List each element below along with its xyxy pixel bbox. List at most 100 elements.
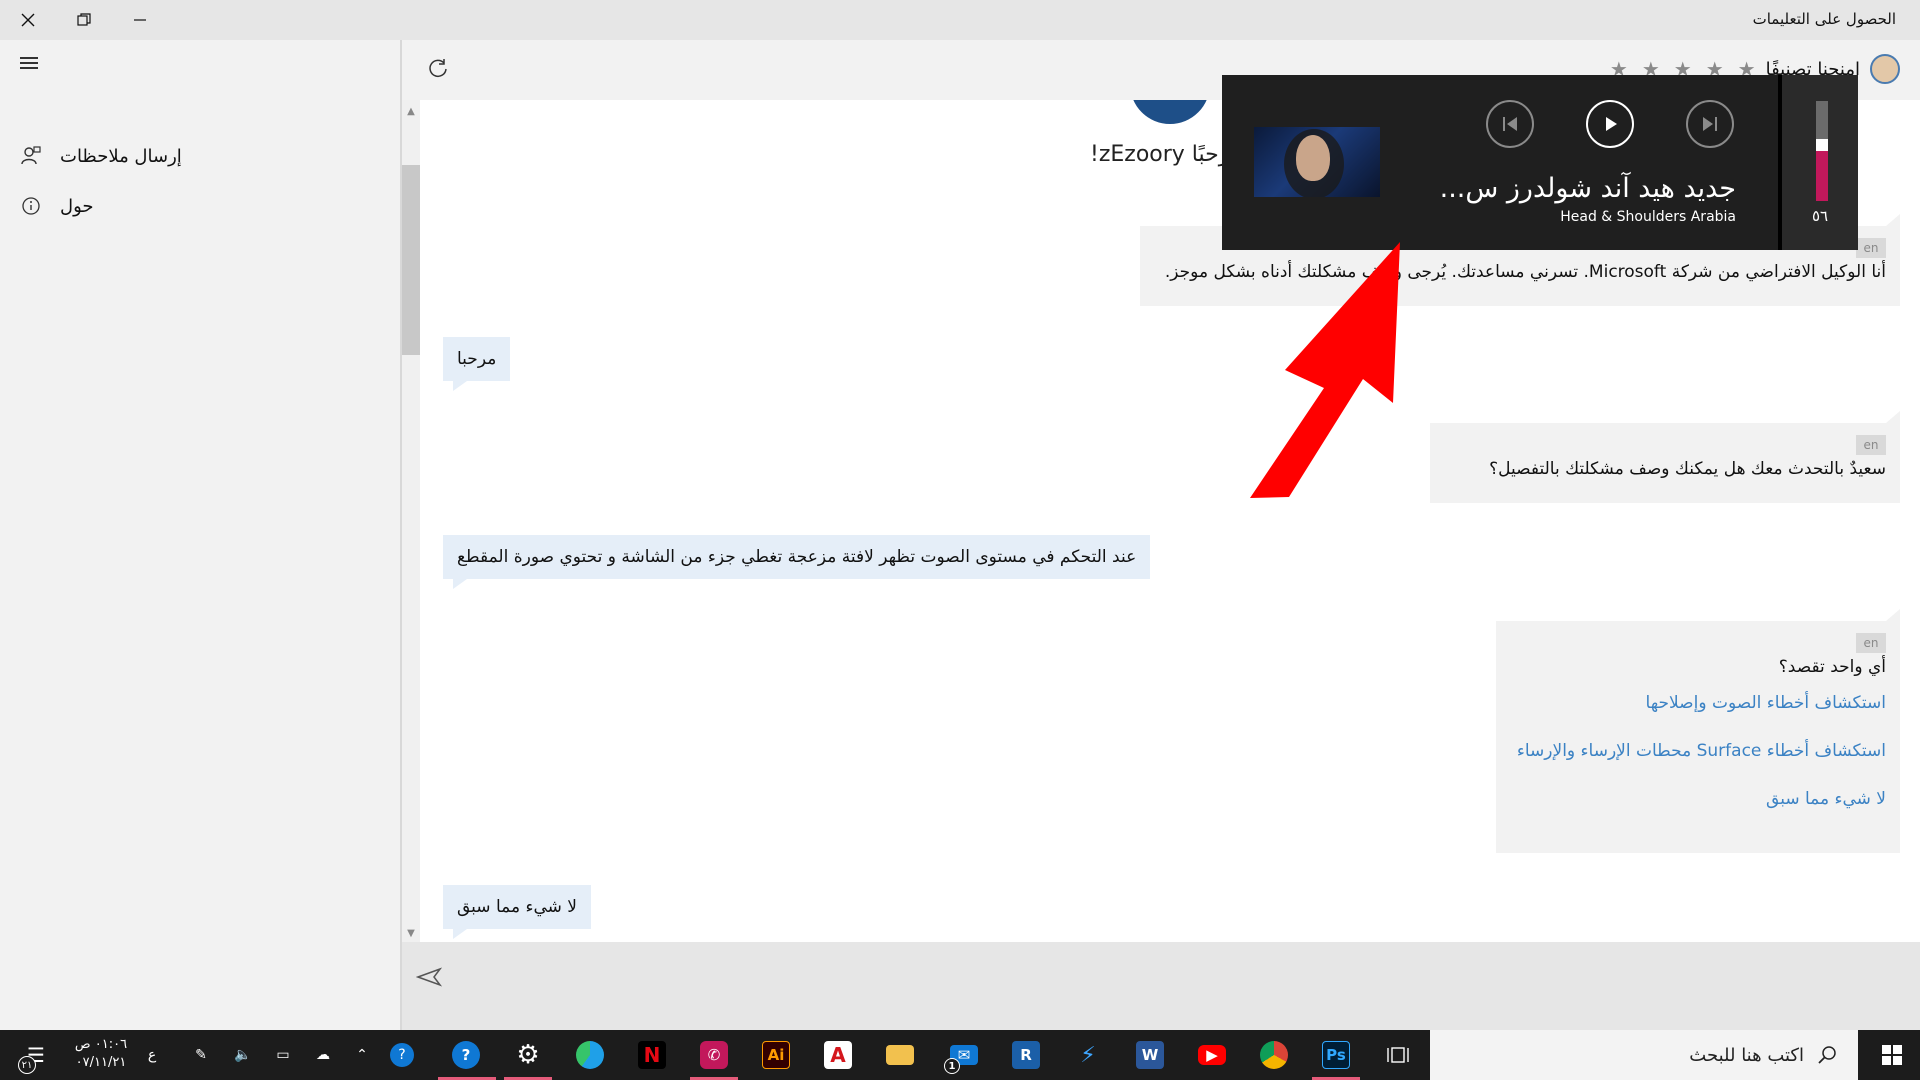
mail-badge: 1 bbox=[944, 1058, 960, 1074]
previous-track-button[interactable] bbox=[1486, 100, 1534, 148]
sidebar-item-about[interactable]: حول bbox=[0, 184, 400, 228]
taskbar-acrobat[interactable]: A bbox=[818, 1036, 858, 1074]
onedrive[interactable]: ☁ bbox=[306, 1030, 340, 1080]
refresh-icon bbox=[429, 59, 447, 78]
vs-code-icon: ⚡ bbox=[1080, 1042, 1096, 1068]
taskbar-vscode[interactable]: ⚡ bbox=[1068, 1036, 1108, 1074]
clock-date: ٠٧/١١/٢١ bbox=[75, 1055, 127, 1070]
refresh-button[interactable] bbox=[422, 52, 454, 84]
taskbar-illustrator[interactable]: Ai bbox=[756, 1036, 796, 1074]
chrome-icon bbox=[1260, 1041, 1288, 1069]
option-link[interactable]: لا شيء مما سبق bbox=[1510, 789, 1886, 809]
netflix-icon: N bbox=[638, 1041, 666, 1069]
annotation-arrow bbox=[1250, 242, 1400, 498]
media-thumbnail bbox=[1254, 127, 1380, 197]
option-link[interactable]: استكشاف أخطاء الصوت وإصلاحها bbox=[1510, 693, 1886, 713]
minimize-icon bbox=[134, 19, 146, 21]
volume-thumb[interactable] bbox=[1816, 139, 1828, 151]
youtube-icon: ▶ bbox=[1198, 1045, 1226, 1065]
pen-icon: ✎ bbox=[195, 1047, 207, 1063]
previous-icon bbox=[1503, 117, 1517, 131]
scroll-down-icon[interactable]: ▼ bbox=[402, 924, 420, 942]
avatar bbox=[1870, 54, 1900, 84]
info-icon bbox=[20, 195, 42, 217]
user-message: مرحبا bbox=[443, 337, 511, 391]
restore-button[interactable] bbox=[56, 0, 112, 40]
user-message: عند التحكم في مستوى الصوت تظهر لافتة مزع… bbox=[443, 535, 1151, 589]
edge-icon bbox=[576, 1041, 604, 1069]
sidebar-item-label: إرسال ملاحظات bbox=[60, 145, 182, 167]
message-input-bar[interactable] bbox=[402, 942, 1920, 1030]
taskbar-file-explorer[interactable] bbox=[880, 1036, 920, 1074]
get-help-icon: ? bbox=[452, 1041, 480, 1069]
volume-control[interactable]: 🔈 bbox=[226, 1030, 260, 1080]
restore-icon bbox=[77, 13, 91, 26]
scroll-up-icon[interactable]: ▲ bbox=[402, 102, 420, 120]
input-language[interactable]: ع bbox=[138, 1030, 166, 1080]
greeting-text: مرحبًا zEzoory! bbox=[1090, 142, 1243, 167]
speaker-icon: 🔈 bbox=[234, 1047, 252, 1063]
media-title: جديد هيد آند شولدرز س... bbox=[1439, 173, 1736, 204]
taskbar-netflix[interactable]: N bbox=[632, 1036, 672, 1074]
volume-panel: ٥٦ bbox=[1778, 75, 1858, 250]
task-view-button[interactable] bbox=[1378, 1036, 1418, 1074]
clock-time: ٠١:٠٦ ص bbox=[74, 1037, 128, 1052]
volume-slider[interactable] bbox=[1816, 101, 1828, 201]
language-tag: en bbox=[1856, 435, 1886, 455]
battery-status[interactable]: ▭ bbox=[266, 1030, 300, 1080]
taskbar-edge[interactable] bbox=[570, 1036, 610, 1074]
taskbar-chrome[interactable] bbox=[1254, 1036, 1294, 1074]
option-link[interactable]: استكشاف أخطاء Surface محطات الإرساء والإ… bbox=[1510, 741, 1886, 761]
hamburger-menu-icon[interactable] bbox=[16, 54, 46, 84]
settings-gear-icon: ⚙ bbox=[516, 1040, 540, 1070]
acrobat-icon: A bbox=[824, 1041, 852, 1069]
bot-message: en سعيدٌ بالتحدث معك هل يمكنك وصف مشكلتك… bbox=[1430, 411, 1900, 503]
help-question-icon: ? bbox=[390, 1043, 414, 1067]
scrollbar-thumb[interactable] bbox=[402, 165, 420, 355]
photoshop-icon: Ps bbox=[1322, 1041, 1350, 1069]
send-button[interactable] bbox=[414, 962, 444, 992]
pen-workspace[interactable]: ✎ bbox=[184, 1030, 218, 1080]
next-track-button[interactable] bbox=[1686, 100, 1734, 148]
taskbar-youtube[interactable]: ▶ bbox=[1192, 1036, 1232, 1074]
minimize-button[interactable] bbox=[112, 0, 168, 40]
clock[interactable]: ٠١:٠٦ ص ٠٧/١١/٢١ bbox=[66, 1036, 136, 1072]
volume-fill bbox=[1816, 145, 1828, 201]
sidebar-item-feedback[interactable]: إرسال ملاحظات bbox=[0, 134, 400, 178]
windows-logo-icon bbox=[1882, 1045, 1902, 1065]
tray-help[interactable]: ? bbox=[384, 1030, 420, 1080]
bot-message: en أي واحد تقصد؟ استكشاف أخطاء الصوت وإص… bbox=[1496, 609, 1900, 853]
taskbar-word[interactable]: W bbox=[1130, 1036, 1170, 1074]
language-tag: en bbox=[1856, 633, 1886, 653]
taskbar: اكتب هنا للبحث Ps ▶ W ⚡ R ✉ 1 A Ai ✆ N ⚙… bbox=[0, 1030, 1920, 1080]
next-icon bbox=[1703, 117, 1717, 131]
taskbar-whatsapp[interactable]: ✆ bbox=[694, 1036, 734, 1074]
taskbar-search[interactable]: اكتب هنا للبحث bbox=[1430, 1030, 1858, 1080]
language-indicator: ع bbox=[147, 1047, 157, 1063]
play-icon bbox=[1606, 117, 1617, 131]
media-artist: Head & Shoulders Arabia bbox=[1560, 209, 1736, 225]
taskbar-settings[interactable]: ⚙ bbox=[508, 1036, 548, 1074]
cloud-icon: ☁ bbox=[316, 1047, 330, 1063]
folder-icon bbox=[886, 1045, 914, 1065]
whatsapp-icon: ✆ bbox=[700, 1041, 728, 1069]
start-button[interactable] bbox=[1864, 1030, 1920, 1080]
taskbar-mail[interactable]: ✉ 1 bbox=[944, 1036, 984, 1074]
message-text: مرحبا bbox=[457, 349, 497, 369]
message-text: أي واحد تقصد؟ bbox=[1778, 657, 1886, 677]
play-button[interactable] bbox=[1586, 100, 1634, 148]
action-center[interactable]: ☰ ٢١ bbox=[18, 1030, 54, 1080]
taskbar-photoshop[interactable]: Ps bbox=[1316, 1036, 1356, 1074]
message-text: سعيدٌ بالتحدث معك هل يمكنك وصف مشكلتك با… bbox=[1489, 459, 1886, 479]
virtual-agent-avatar bbox=[1130, 100, 1210, 124]
close-button[interactable] bbox=[0, 0, 56, 40]
sidebar-item-label: حول bbox=[60, 195, 94, 217]
send-icon bbox=[416, 967, 442, 987]
taskbar-revit[interactable]: R bbox=[1006, 1036, 1046, 1074]
close-icon bbox=[21, 13, 35, 27]
window-title: الحصول على التعليمات bbox=[1752, 10, 1896, 28]
show-hidden-icons[interactable]: ⌃ bbox=[346, 1030, 378, 1080]
task-view-icon bbox=[1387, 1047, 1409, 1063]
volume-value: ٥٦ bbox=[1811, 207, 1829, 225]
taskbar-get-help[interactable]: ? bbox=[446, 1036, 486, 1074]
